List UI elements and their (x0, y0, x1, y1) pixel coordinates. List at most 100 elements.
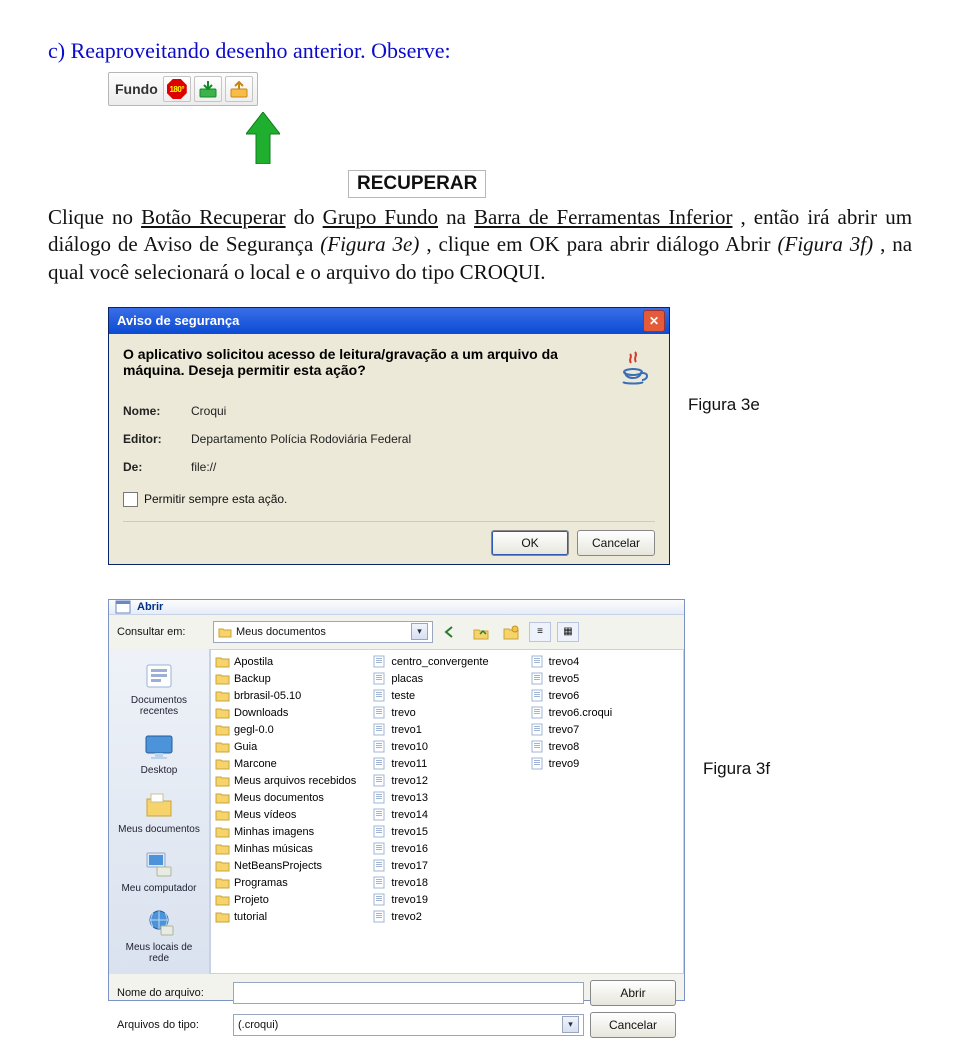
new-folder-button[interactable] (499, 621, 523, 643)
file-name: brbrasil-05.10 (234, 690, 301, 702)
recover-background-button[interactable] (225, 76, 253, 102)
file-item[interactable]: trevo2 (372, 909, 521, 925)
text: , clique em OK para abrir diálogo Abrir (426, 232, 770, 256)
close-button[interactable]: ✕ (643, 310, 665, 332)
folder-icon (215, 842, 230, 856)
file-item[interactable]: trevo6.croqui (530, 705, 679, 721)
place-desktop[interactable]: Desktop (115, 725, 203, 780)
mydocs-icon (141, 788, 177, 822)
file-item[interactable]: NetBeansProjects (215, 858, 364, 874)
cancel-button[interactable]: Cancelar (590, 1012, 676, 1038)
file-name: Projeto (234, 894, 269, 906)
file-icon (372, 825, 387, 839)
folder-icon (215, 740, 230, 754)
file-list[interactable]: ApostilaBackup brbrasil-05.10 Downloadsgeg… (210, 649, 684, 974)
file-item[interactable]: Backup (215, 671, 364, 687)
file-item[interactable]: trevo14 (372, 807, 521, 823)
file-item[interactable]: trevo10 (372, 739, 521, 755)
file-item[interactable]: Programas (215, 875, 364, 891)
file-name: trevo5 (549, 673, 580, 685)
rotate-180-button[interactable]: 180° (163, 76, 191, 102)
folder-icon (215, 655, 230, 669)
cancel-button[interactable]: Cancelar (577, 530, 655, 556)
file-item[interactable]: Apostila (215, 654, 364, 670)
text-underline: Grupo Fundo (323, 205, 438, 229)
file-item[interactable]: Minhas imagens (215, 824, 364, 840)
figure-caption-3e: Figura 3e (688, 395, 760, 415)
file-item[interactable]: placas (372, 671, 521, 687)
file-icon (372, 876, 387, 890)
file-name: trevo7 (549, 724, 580, 736)
place-label: Meu computador (121, 883, 196, 894)
filename-field[interactable] (233, 982, 584, 1004)
figure-caption-3f: Figura 3f (703, 759, 770, 779)
file-item[interactable]: Marcone (215, 756, 364, 772)
file-item[interactable]: trevo1 (372, 722, 521, 738)
toolbar-fundo: Fundo 180° (108, 72, 258, 106)
up-button[interactable] (469, 621, 493, 643)
file-name: trevo12 (391, 775, 428, 787)
file-item[interactable]: gegl-0.0 (215, 722, 364, 738)
file-item[interactable]: trevo9 (530, 756, 679, 772)
file-name: trevo1 (391, 724, 422, 736)
file-name: trevo11 (391, 758, 427, 770)
open-button[interactable]: Abrir (590, 980, 676, 1006)
place-mypc[interactable]: Meu computador (115, 843, 203, 898)
file-item[interactable]: trevo13 (372, 790, 521, 806)
file-item[interactable]: Guia (215, 739, 364, 755)
file-name: trevo19 (391, 894, 428, 906)
file-item[interactable]: trevo12 (372, 773, 521, 789)
file-item[interactable]: Meus arquivos recebidos (215, 773, 364, 789)
file-item[interactable]: trevo6 (530, 688, 679, 704)
grid-icon: ▦ (563, 626, 572, 637)
value-name: Croqui (191, 404, 226, 418)
file-item[interactable]: trevo7 (530, 722, 679, 738)
lookin-row: Consultar em: Meus documentos ▾ ≡ ▦ (109, 615, 684, 649)
file-icon (530, 655, 545, 669)
filetype-value: (.croqui) (238, 1019, 278, 1031)
file-item[interactable]: Meus documentos (215, 790, 364, 806)
folder-icon (215, 859, 230, 873)
file-item[interactable]: centro_convergente (372, 654, 521, 670)
file-item[interactable]: trevo4 (530, 654, 679, 670)
back-button[interactable] (439, 621, 463, 643)
file-name: Guia (234, 741, 257, 753)
view-list-button[interactable]: ≡ (529, 622, 551, 642)
ok-button[interactable]: OK (491, 530, 569, 556)
file-item[interactable]: trevo5 (530, 671, 679, 687)
file-item[interactable]: trevo17 (372, 858, 521, 874)
view-details-button[interactable]: ▦ (557, 622, 579, 642)
place-mynet[interactable]: Meus locais de rede (115, 902, 203, 968)
file-item[interactable]: trevo8 (530, 739, 679, 755)
file-name: trevo6 (549, 690, 580, 702)
always-allow-checkbox[interactable] (123, 492, 138, 507)
place-mydocs[interactable]: Meus documentos (115, 784, 203, 839)
file-item[interactable]: Projeto (215, 892, 364, 908)
file-item[interactable]: tutorial (215, 909, 364, 925)
file-item[interactable]: trevo19 (372, 892, 521, 908)
java-icon (611, 346, 655, 390)
lookin-dropdown[interactable]: Meus documentos ▾ (213, 621, 433, 643)
file-name: trevo2 (391, 911, 422, 923)
file-item[interactable]: trevo11 (372, 756, 521, 772)
file-item[interactable]: Minhas músicas (215, 841, 364, 857)
chevron-down-icon: ▾ (562, 1016, 579, 1033)
filetype-dropdown[interactable]: (.croqui) ▾ (233, 1014, 584, 1036)
file-name: trevo6.croqui (549, 707, 613, 719)
place-recent[interactable]: Documentos recentes (115, 655, 203, 721)
file-name: trevo8 (549, 741, 580, 753)
file-name: NetBeansProjects (234, 860, 322, 872)
file-item[interactable]: Meus vídeos (215, 807, 364, 823)
file-item[interactable]: teste (372, 688, 521, 704)
file-item[interactable]: trevo15 (372, 824, 521, 840)
file-name: trevo13 (391, 792, 428, 804)
save-background-button[interactable] (194, 76, 222, 102)
file-item[interactable]: Downloads (215, 705, 364, 721)
file-item[interactable]: trevo16 (372, 841, 521, 857)
file-item[interactable]: brbrasil-05.10 (215, 688, 364, 704)
file-icon (372, 791, 387, 805)
dialog-title: Abrir (137, 601, 163, 613)
place-label: Desktop (141, 765, 178, 776)
file-item[interactable]: trevo18 (372, 875, 521, 891)
file-item[interactable]: trevo (372, 705, 521, 721)
